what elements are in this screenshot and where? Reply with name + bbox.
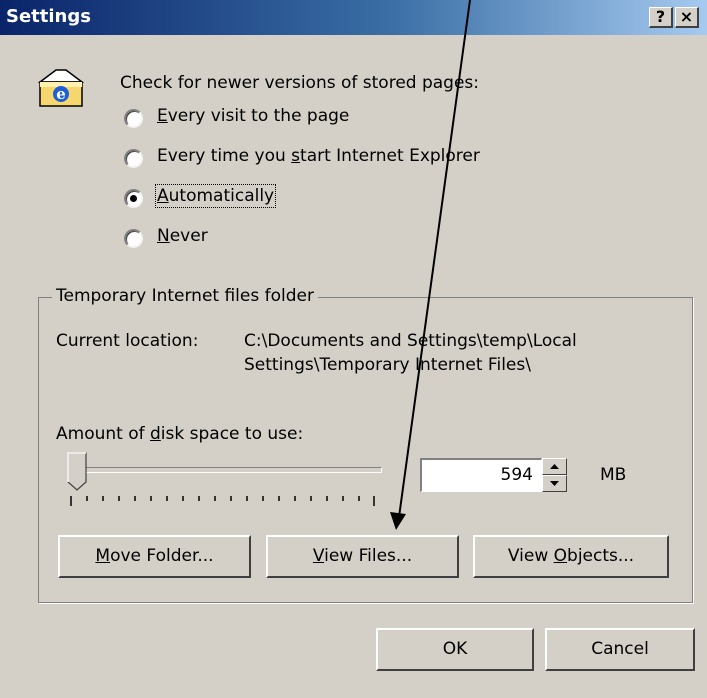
radio-button[interactable]: [124, 229, 143, 248]
radio-label: Every time you start Internet Explorer: [157, 146, 480, 166]
spin-up-button[interactable]: [542, 458, 567, 475]
disk-space-unit: MB: [600, 465, 627, 485]
view-files-button[interactable]: View Files...: [266, 535, 459, 578]
title-bar[interactable]: Settings ? ×: [0, 0, 707, 35]
radio-button[interactable]: [124, 149, 143, 168]
current-location-label: Current location:: [56, 331, 199, 351]
group-title: Temporary Internet files folder: [52, 286, 318, 306]
ok-button[interactable]: OK: [376, 628, 534, 671]
move-folder-button[interactable]: Move Folder...: [58, 535, 251, 578]
arrow-down-icon: [550, 481, 559, 486]
radio-label: Never: [157, 226, 208, 246]
arrow-up-icon: [550, 464, 559, 469]
svg-text:e: e: [56, 85, 66, 103]
disk-space-label: Amount of disk space to use:: [56, 424, 304, 444]
radio-label: Automatically: [154, 184, 277, 208]
disk-space-slider-thumb[interactable]: [66, 452, 90, 492]
ie-folder-icon: e: [36, 68, 86, 108]
disk-space-slider-track[interactable]: [68, 467, 382, 473]
cancel-button[interactable]: Cancel: [545, 628, 695, 671]
help-button[interactable]: ?: [649, 7, 673, 28]
disk-space-input[interactable]: 594: [420, 458, 542, 492]
window-title: Settings: [6, 6, 91, 27]
spin-down-button[interactable]: [542, 475, 567, 492]
settings-dialog: Settings ? × e Check for newer versions …: [0, 0, 707, 698]
close-button[interactable]: ×: [675, 7, 699, 28]
radio-button[interactable]: [124, 109, 143, 128]
current-location-value-line2: Settings\Temporary Internet Files\: [244, 355, 531, 375]
radio-selected-dot: [130, 195, 137, 202]
check-heading: Check for newer versions of stored pages…: [120, 73, 480, 93]
radio-label: Every visit to the page: [157, 106, 350, 126]
view-objects-button[interactable]: View Objects...: [473, 535, 669, 578]
current-location-value-line1: C:\Documents and Settings\temp\Local: [244, 331, 577, 351]
slider-ticks: [70, 496, 375, 506]
radio-button[interactable]: [124, 189, 143, 208]
